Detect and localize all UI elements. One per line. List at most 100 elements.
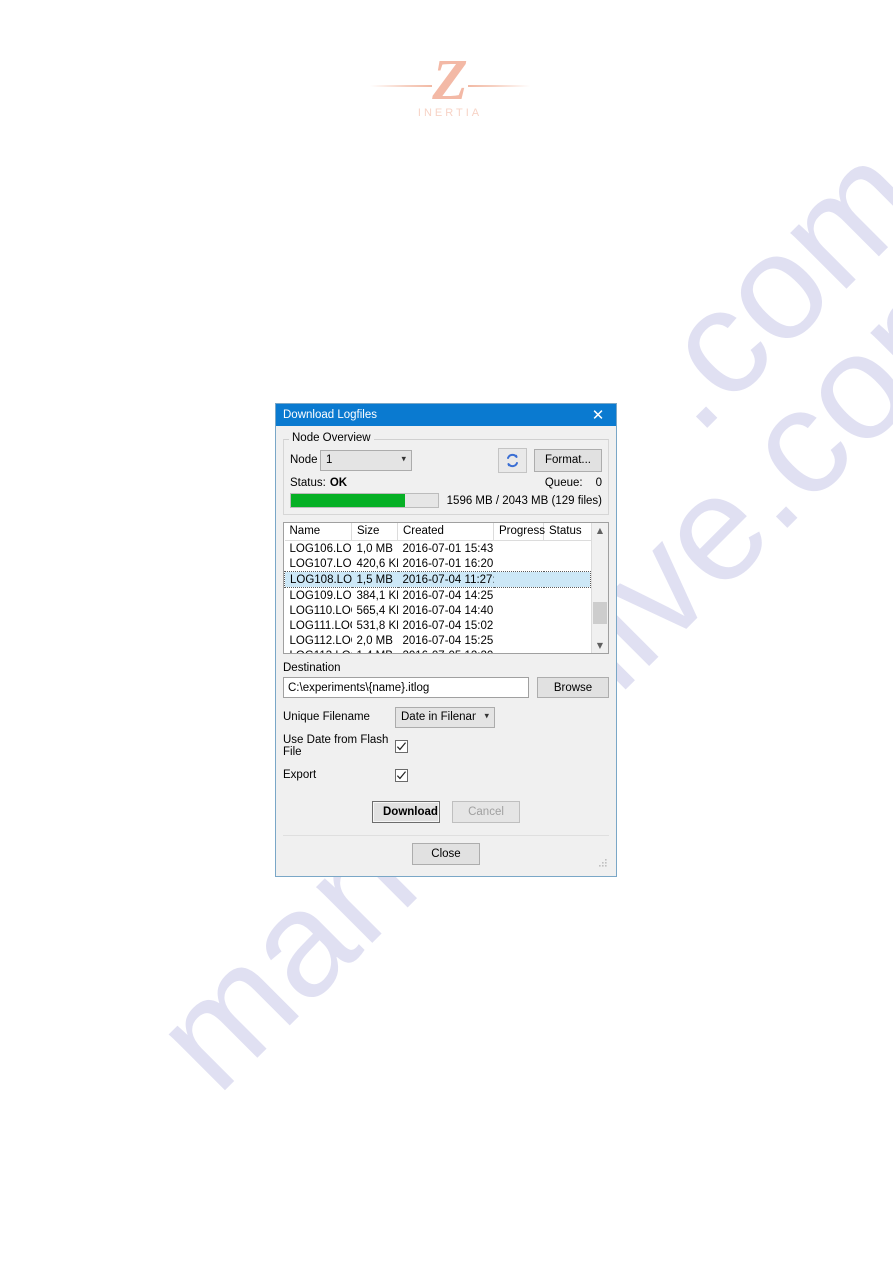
file-created-cell: 2016-07-04 15:02:10 (402, 619, 494, 632)
file-name-cell: LOG111.LOG (289, 619, 352, 632)
file-size-cell: 2,0 MB (356, 634, 393, 647)
node-row: Node 1 ▾ Format... (290, 447, 602, 473)
column-header-progress[interactable]: Progress (493, 523, 545, 541)
logfile-table-wrap: Name Size Created Progress Status LOG106… (284, 523, 591, 653)
table-row[interactable]: LOG107.LOG 420,6 KB 2016-07-01 16:20:38 (285, 556, 591, 572)
unique-filename-select-wrap: Date in Filename ▾ (395, 706, 495, 728)
column-header-size[interactable]: Size (351, 523, 398, 541)
file-name-cell: LOG112.LOG (289, 634, 352, 647)
logfile-scrollbar[interactable]: ▲ ▼ (591, 523, 608, 653)
file-progress-cell (494, 556, 544, 572)
file-size-cell: 1,5 MB (351, 571, 398, 588)
node-select-wrap: 1 ▾ (320, 449, 412, 471)
file-progress-cell (494, 588, 544, 604)
file-size-cell: 420,6 KB (356, 557, 398, 570)
table-row[interactable]: LOG110.LOG 565,4 KB 2016-07-04 14:40:00 (285, 603, 591, 618)
file-name-cell: LOG109.LOG (289, 589, 352, 602)
dialog-titlebar: Download Logfiles ✕ (276, 404, 616, 426)
export-row: Export (283, 765, 609, 785)
file-created-cell: 2016-07-04 11:27:32 (397, 571, 494, 588)
close-button[interactable]: Close (412, 843, 480, 865)
scrollbar-track[interactable] (592, 538, 608, 638)
cancel-button: Cancel (452, 801, 520, 823)
unique-filename-select[interactable]: Date in Filename (395, 706, 495, 728)
export-label: Export (283, 769, 317, 781)
download-progress-bar (290, 493, 439, 508)
queue-label: Queue: (544, 477, 583, 489)
table-header-row: Name Size Created Progress Status (284, 523, 591, 541)
logo-wordmark: INERTIA (417, 107, 483, 119)
file-progress-cell (494, 603, 544, 618)
check-icon (396, 741, 407, 752)
column-header-name[interactable]: Name (284, 523, 352, 541)
logfile-listview[interactable]: Name Size Created Progress Status LOG106… (283, 522, 609, 654)
logo-rule-left (370, 85, 432, 87)
refresh-icon (505, 453, 520, 468)
footer-row: Close (283, 836, 609, 869)
progress-fill (291, 494, 406, 507)
refresh-button[interactable] (497, 447, 527, 473)
table-row[interactable]: LOG111.LOG 531,8 KB 2016-07-04 15:02:10 (285, 618, 591, 633)
file-name-cell: LOG108.LOG (284, 571, 352, 588)
file-progress-cell (493, 571, 544, 588)
progress-text: 1596 MB / 2043 MB (129 files) (446, 494, 602, 507)
dialog-title: Download Logfiles (283, 409, 377, 421)
file-name-cell: LOG106.LOG (289, 542, 352, 555)
node-overview-group: Node Overview Node 1 ▾ Format... Status:… (283, 432, 609, 515)
scroll-down-icon[interactable]: ▼ (592, 638, 608, 653)
progress-row: 1596 MB / 2043 MB (129 files) (290, 493, 602, 508)
file-status-cell (544, 618, 591, 633)
file-status-cell (544, 603, 591, 618)
file-size-cell: 384,1 KB (356, 589, 398, 602)
file-progress-cell (494, 633, 544, 648)
use-date-label: Use Date from Flash File (283, 734, 389, 758)
export-checkbox[interactable] (395, 768, 408, 782)
watermark-right: .com (601, 111, 893, 461)
file-created-cell: 2016-07-04 14:25:30 (402, 589, 494, 602)
format-button[interactable]: Format... (533, 448, 602, 472)
column-header-status[interactable]: Status (543, 523, 591, 541)
file-created-cell: 2016-07-05 12:20:40 (398, 648, 494, 654)
destination-path-input[interactable] (283, 677, 529, 698)
action-row: Download Cancel (283, 801, 609, 823)
use-date-checkbox[interactable] (395, 739, 408, 753)
node-overview-legend: Node Overview (289, 432, 374, 444)
resize-grip[interactable] (597, 857, 608, 868)
file-size-cell: 1,0 MB (356, 542, 393, 555)
dialog-body: Node Overview Node 1 ▾ Format... Status:… (276, 426, 616, 876)
logo-rule-right (468, 85, 530, 87)
download-button[interactable]: Download (372, 801, 440, 823)
node-label: Node (290, 454, 318, 466)
browse-button[interactable]: Browse (537, 677, 609, 698)
destination-row: Browse (283, 677, 609, 698)
file-status-cell (544, 556, 591, 572)
file-created-cell: 2016-07-01 16:20:38 (402, 557, 494, 570)
destination-label: Destination (283, 662, 341, 674)
table-row[interactable]: LOG106.LOG 1,0 MB 2016-07-01 15:43:40 (285, 541, 591, 557)
scrollbar-thumb[interactable] (593, 602, 607, 624)
table-row[interactable]: LOG108.LOG1,5 MB2016-07-04 11:27:32 (284, 571, 591, 588)
table-row[interactable]: LOG112.LOG 2,0 MB 2016-07-04 15:25:12 (285, 633, 591, 648)
table-row[interactable]: LOG109.LOG 384,1 KB 2016-07-04 14:25:30 (285, 588, 591, 604)
inertia-logo: Z INERTIA (370, 45, 530, 130)
file-status-cell (544, 588, 591, 604)
file-size-cell: 531,8 KB (356, 619, 398, 632)
download-logfiles-dialog: Download Logfiles ✕ Node Overview Node 1… (275, 403, 617, 877)
file-progress-cell (494, 648, 544, 653)
node-select[interactable]: 1 (320, 449, 412, 471)
file-created-cell: 2016-07-01 15:43:40 (402, 542, 494, 555)
column-header-created[interactable]: Created (397, 523, 494, 541)
logo-figure-icon: Z (432, 47, 468, 112)
scroll-up-icon[interactable]: ▲ (592, 523, 608, 538)
file-created-cell: 2016-07-04 15:25:12 (402, 634, 494, 647)
file-status-cell (544, 541, 591, 557)
file-progress-cell (494, 618, 544, 633)
logfile-rows: LOG106.LOG1,0 MB2016-07-01 15:43:40LOG10… (284, 541, 591, 654)
close-icon[interactable]: ✕ (580, 404, 616, 426)
table-row[interactable]: LOG113.LOG1,4 MB2016-07-05 12:20:40 (285, 648, 591, 654)
check-icon (396, 770, 407, 781)
status-value: OK (329, 477, 348, 489)
file-size-cell: 1,4 MB (352, 648, 398, 654)
queue-value: 0 (595, 477, 602, 489)
status-row: Status: OK Queue: 0 (290, 477, 602, 489)
